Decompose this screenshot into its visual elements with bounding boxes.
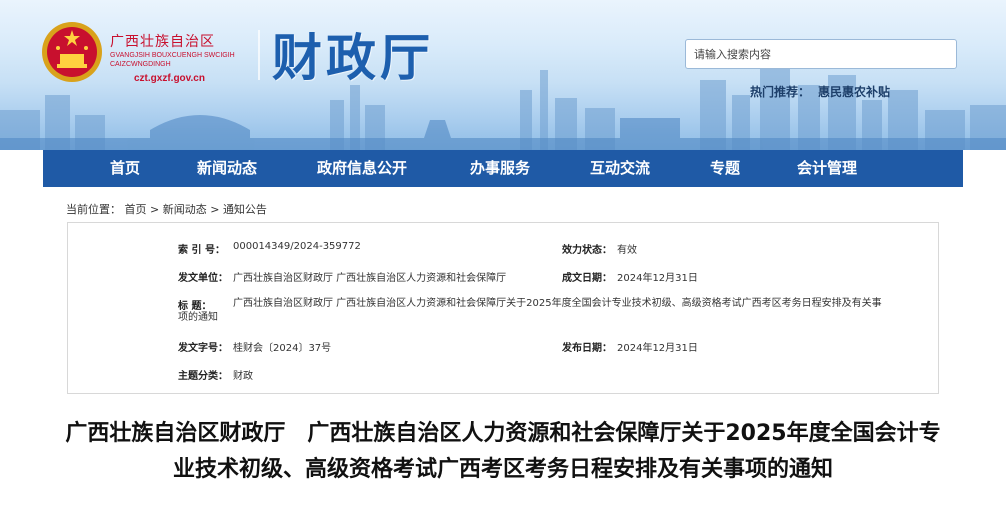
index-value: 000014349/2024-359772 bbox=[233, 241, 361, 252]
status-value: 有效 bbox=[617, 245, 637, 256]
index-label: 索 引 号： bbox=[178, 245, 225, 256]
published-date-label: 发布日期： bbox=[562, 343, 612, 354]
nav-item-home[interactable]: 首页 bbox=[110, 150, 140, 187]
title-value: 广西壮族自治区财政厅 广西壮族自治区人力资源和社会保障厅关于2025年度全国会计… bbox=[178, 298, 882, 323]
document-info-box: 索 引 号： 000014349/2024-359772 效力状态： 有效 发文… bbox=[67, 222, 939, 394]
breadcrumb-prefix: 当前位置： bbox=[66, 203, 121, 216]
breadcrumb-separator: > bbox=[210, 203, 220, 216]
breadcrumb-separator: > bbox=[150, 203, 160, 216]
breadcrumb: 当前位置： 首页 > 新闻动态 > 通知公告 bbox=[66, 201, 267, 217]
status-label: 效力状态： bbox=[562, 245, 612, 256]
hot-link[interactable]: 惠民惠农补贴 bbox=[818, 83, 890, 100]
hot-label: 热门推荐： bbox=[750, 85, 811, 99]
region-name-zhuang: GVANGJSIH BOUXCUENGH SWCIGIH CAIZCWNGDIN… bbox=[110, 52, 235, 68]
category-value: 财政 bbox=[233, 371, 253, 382]
doc-number-label: 发文字号： bbox=[178, 343, 228, 354]
breadcrumb-news[interactable]: 新闻动态 bbox=[163, 203, 207, 216]
site-url[interactable]: czt.gxzf.gov.cn bbox=[134, 73, 205, 84]
breadcrumb-home[interactable]: 首页 bbox=[125, 203, 147, 216]
search-input[interactable] bbox=[685, 39, 957, 69]
breadcrumb-notices[interactable]: 通知公告 bbox=[223, 203, 267, 216]
nav-item-topics[interactable]: 专题 bbox=[710, 150, 740, 187]
site-title: 财政厅 bbox=[272, 28, 434, 87]
main-nav: 首页 新闻动态 政府信息公开 办事服务 互动交流 专题 会计管理 bbox=[43, 150, 963, 187]
nav-item-services[interactable]: 办事服务 bbox=[470, 150, 530, 187]
doc-number-value: 桂财会〔2024〕37号 bbox=[233, 343, 332, 354]
site-banner: 广西壮族自治区 GVANGJSIH BOUXCUENGH SWCIGIH CAI… bbox=[0, 0, 1006, 150]
issuer-label: 发文单位： bbox=[178, 273, 228, 284]
created-date-value: 2024年12月31日 bbox=[617, 273, 698, 284]
created-date-label: 成文日期： bbox=[562, 273, 612, 284]
issuer-value: 广西壮族自治区财政厅 广西壮族自治区人力资源和社会保障厅 bbox=[233, 273, 507, 284]
nav-item-interaction[interactable]: 互动交流 bbox=[590, 150, 650, 187]
national-emblem-icon bbox=[42, 22, 102, 82]
region-name: 广西壮族自治区 bbox=[110, 34, 215, 50]
nav-item-gov-info[interactable]: 政府信息公开 bbox=[317, 150, 407, 187]
category-label: 主题分类： bbox=[178, 371, 228, 382]
header-divider bbox=[258, 30, 260, 80]
article-title: 广西壮族自治区财政厅 广西壮族自治区人力资源和社会保障厅关于2025年度全国会计… bbox=[65, 421, 941, 482]
nav-item-accounting[interactable]: 会计管理 bbox=[797, 150, 857, 187]
published-date-value: 2024年12月31日 bbox=[617, 343, 698, 354]
nav-item-news[interactable]: 新闻动态 bbox=[197, 150, 257, 187]
